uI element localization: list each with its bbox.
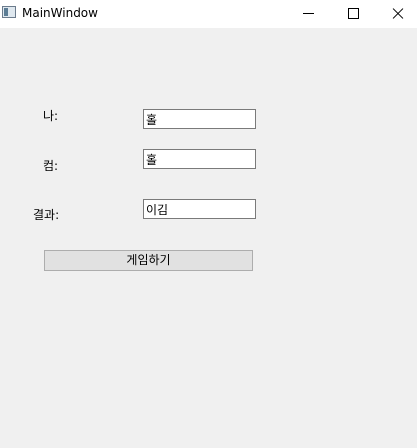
result-label: 결과:	[33, 208, 60, 222]
computer-label: 컴:	[43, 159, 59, 173]
maximize-icon[interactable]	[330, 0, 376, 28]
minimize-icon[interactable]	[285, 0, 331, 28]
close-icon[interactable]	[375, 0, 417, 28]
play-game-button[interactable]: 게임하기	[44, 250, 253, 271]
app-icon	[2, 6, 16, 18]
title-bar: MainWindow	[0, 0, 417, 28]
window-title: MainWindow	[22, 6, 98, 20]
me-label: 나:	[43, 109, 59, 123]
me-input[interactable]	[143, 109, 256, 129]
result-input[interactable]	[143, 199, 256, 219]
computer-input[interactable]	[143, 149, 256, 169]
